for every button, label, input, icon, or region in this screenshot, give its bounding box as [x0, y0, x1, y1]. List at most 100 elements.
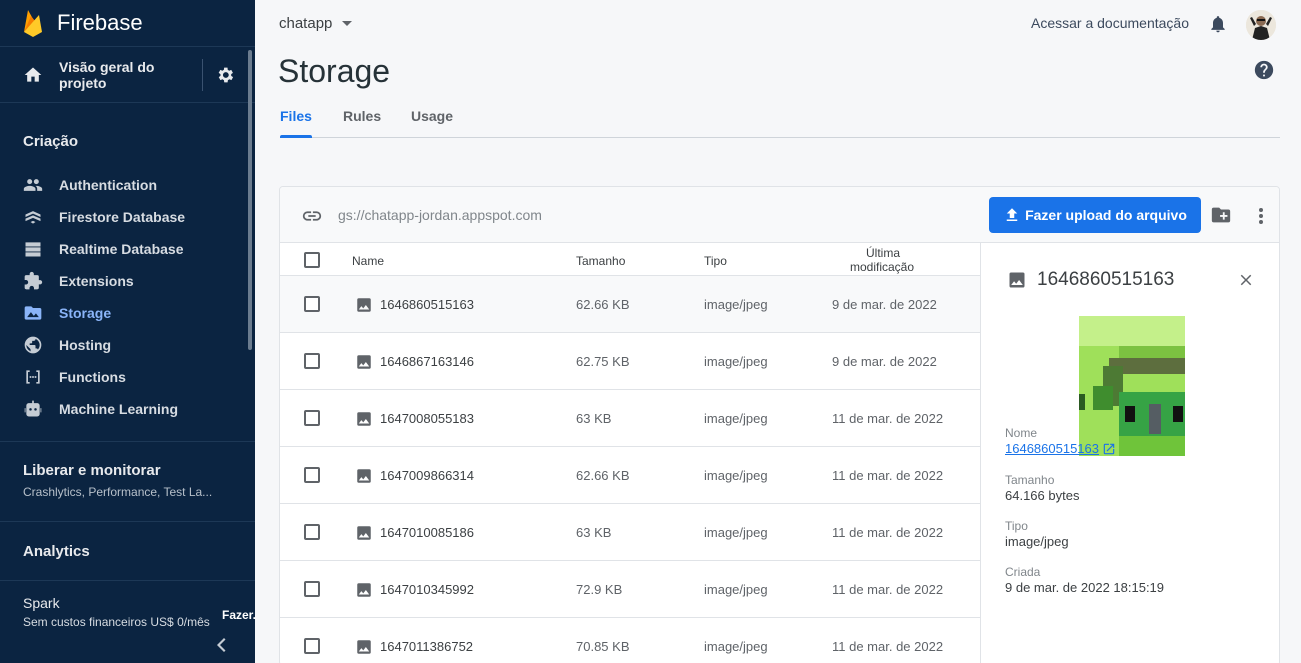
file-size: 70.85 KB — [576, 639, 630, 654]
more-vert-icon[interactable] — [1252, 205, 1270, 227]
row-checkbox[interactable] — [304, 581, 320, 597]
table-row[interactable]: 1646867163146 62.75 KB image/jpeg 9 de m… — [280, 333, 980, 390]
file-size: 63 KB — [576, 525, 612, 540]
globe-icon — [24, 336, 42, 354]
file-type: image/jpeg — [704, 411, 768, 426]
row-checkbox[interactable] — [304, 524, 320, 540]
link-icon[interactable] — [301, 205, 323, 227]
chevron-left-icon[interactable] — [213, 636, 229, 654]
row-checkbox[interactable] — [304, 353, 320, 369]
sidebar-item-label: Realtime Database — [59, 241, 184, 257]
file-size: 62.66 KB — [576, 297, 630, 312]
sidebar-item-firestore[interactable]: Firestore Database — [0, 201, 255, 233]
close-icon[interactable] — [1237, 271, 1255, 289]
file-date: 11 de mar. de 2022 — [832, 411, 944, 426]
sidebar-item-extensions[interactable]: Extensions — [0, 265, 255, 297]
file-date: 11 de mar. de 2022 — [832, 639, 944, 654]
file-size: 63 KB — [576, 411, 612, 426]
release-title: Liberar e monitorar — [23, 462, 161, 479]
file-detail-panel: 1646860515163 Nome 1646860515163 Tamanho… — [980, 243, 1279, 663]
upgrade-button[interactable]: Fazer... — [222, 608, 255, 622]
file-type: image/jpeg — [704, 639, 768, 654]
section-analytics[interactable]: Analytics — [0, 522, 255, 580]
avatar[interactable] — [1246, 10, 1276, 40]
sidebar-item-label: Machine Learning — [59, 401, 179, 417]
divider — [202, 58, 203, 91]
firestore-icon — [25, 211, 41, 224]
file-type: image/jpeg — [704, 354, 768, 369]
project-selector[interactable]: chatapp — [279, 15, 353, 32]
table-row[interactable]: 1647008055183 63 KB image/jpeg 11 de mar… — [280, 390, 980, 447]
help-icon[interactable] — [1253, 59, 1275, 81]
file-browser: gs://chatapp-jordan.appspot.com Fazer up… — [279, 186, 1280, 663]
image-file-icon — [357, 640, 371, 654]
detail-name-link[interactable]: 1646860515163 — [1005, 441, 1116, 456]
sidebar-item-storage[interactable]: Storage — [0, 297, 255, 329]
column-modified-line1[interactable]: Última — [866, 246, 900, 260]
file-size: 72.9 KB — [576, 582, 623, 597]
select-all-checkbox[interactable] — [304, 252, 320, 268]
functions-icon — [26, 370, 40, 384]
sidebar-item-label: Storage — [59, 305, 112, 321]
table-row[interactable]: 1647009866314 62.66 KB image/jpeg 11 de … — [280, 447, 980, 504]
column-size[interactable]: Tamanho — [576, 254, 625, 268]
sidebar-item-realtime-database[interactable]: Realtime Database — [0, 233, 255, 265]
tab-rules[interactable]: Rules — [343, 108, 381, 124]
table-row[interactable]: 1647010085186 63 KB image/jpeg 11 de mar… — [280, 504, 980, 561]
plan-name: Spark — [23, 595, 60, 611]
row-checkbox[interactable] — [304, 467, 320, 483]
detail-size-value: 64.166 bytes — [1005, 488, 1080, 503]
sidebar-item-machine-learning[interactable]: Machine Learning — [0, 393, 255, 425]
sidebar-header[interactable]: Firebase — [0, 0, 255, 47]
column-name[interactable]: Name — [352, 254, 384, 268]
file-name[interactable]: 1647010345992 — [380, 582, 474, 597]
file-name[interactable]: 1647009866314 — [380, 468, 474, 483]
row-checkbox[interactable] — [304, 296, 320, 312]
home-icon — [24, 67, 42, 82]
file-type: image/jpeg — [704, 582, 768, 597]
upload-icon — [1006, 208, 1018, 221]
bell-icon[interactable] — [1208, 14, 1228, 34]
tab-usage[interactable]: Usage — [411, 108, 453, 124]
sidebar-item-functions[interactable]: Functions — [0, 361, 255, 393]
brand-name: Firebase — [57, 10, 143, 35]
sidebar-item-authentication[interactable]: Authentication — [0, 169, 255, 201]
caret-down-icon — [342, 21, 353, 26]
tab-files[interactable]: Files — [280, 108, 312, 124]
gear-icon[interactable] — [215, 65, 235, 85]
detail-name-label: Nome — [1005, 426, 1038, 440]
sidebar-item-hosting[interactable]: Hosting — [0, 329, 255, 361]
file-name[interactable]: 1646867163146 — [380, 354, 474, 369]
database-icon — [25, 242, 41, 257]
file-name[interactable]: 1646860515163 — [380, 297, 474, 312]
file-name[interactable]: 1647008055183 — [380, 411, 474, 426]
upload-file-button[interactable]: Fazer upload do arquivo — [989, 197, 1201, 233]
file-type: image/jpeg — [704, 525, 768, 540]
page-title: Storage — [278, 53, 391, 89]
section-release-monitor[interactable]: Liberar e monitorar Crashlytics, Perform… — [0, 442, 255, 521]
table-row[interactable]: 1646860515163 62.66 KB image/jpeg 9 de m… — [280, 276, 980, 333]
file-name[interactable]: 1647010085186 — [380, 525, 474, 540]
table-row[interactable]: 1647011386752 70.85 KB image/jpeg 11 de … — [280, 618, 980, 663]
image-file-icon — [357, 469, 371, 483]
table-row[interactable]: 1647010345992 72.9 KB image/jpeg 11 de m… — [280, 561, 980, 618]
file-name[interactable]: 1647011386752 — [380, 639, 473, 654]
column-type[interactable]: Tipo — [704, 254, 727, 268]
row-checkbox[interactable] — [304, 410, 320, 426]
bucket-path: gs://chatapp-jordan.appspot.com — [338, 207, 542, 223]
image-preview[interactable] — [1079, 316, 1185, 456]
project-overview-label: Visão geral do projeto — [59, 58, 155, 91]
row-checkbox[interactable] — [304, 638, 320, 654]
file-size: 62.66 KB — [576, 468, 630, 483]
sidebar-scrollbar[interactable] — [248, 50, 252, 350]
project-overview[interactable]: Visão geral do projeto — [0, 47, 255, 103]
sidebar-item-label: Authentication — [59, 177, 157, 193]
docs-link[interactable]: Acessar a documentação — [1031, 15, 1189, 31]
people-icon — [23, 179, 43, 191]
new-folder-icon[interactable] — [1210, 204, 1232, 226]
file-date: 9 de mar. de 2022 — [832, 297, 937, 312]
plan-cost: Sem custos financeiros US$ 0/mês — [23, 615, 210, 629]
robot-icon — [24, 400, 42, 417]
column-modified-line2[interactable]: modificação — [850, 260, 914, 274]
image-file-icon — [357, 298, 371, 312]
